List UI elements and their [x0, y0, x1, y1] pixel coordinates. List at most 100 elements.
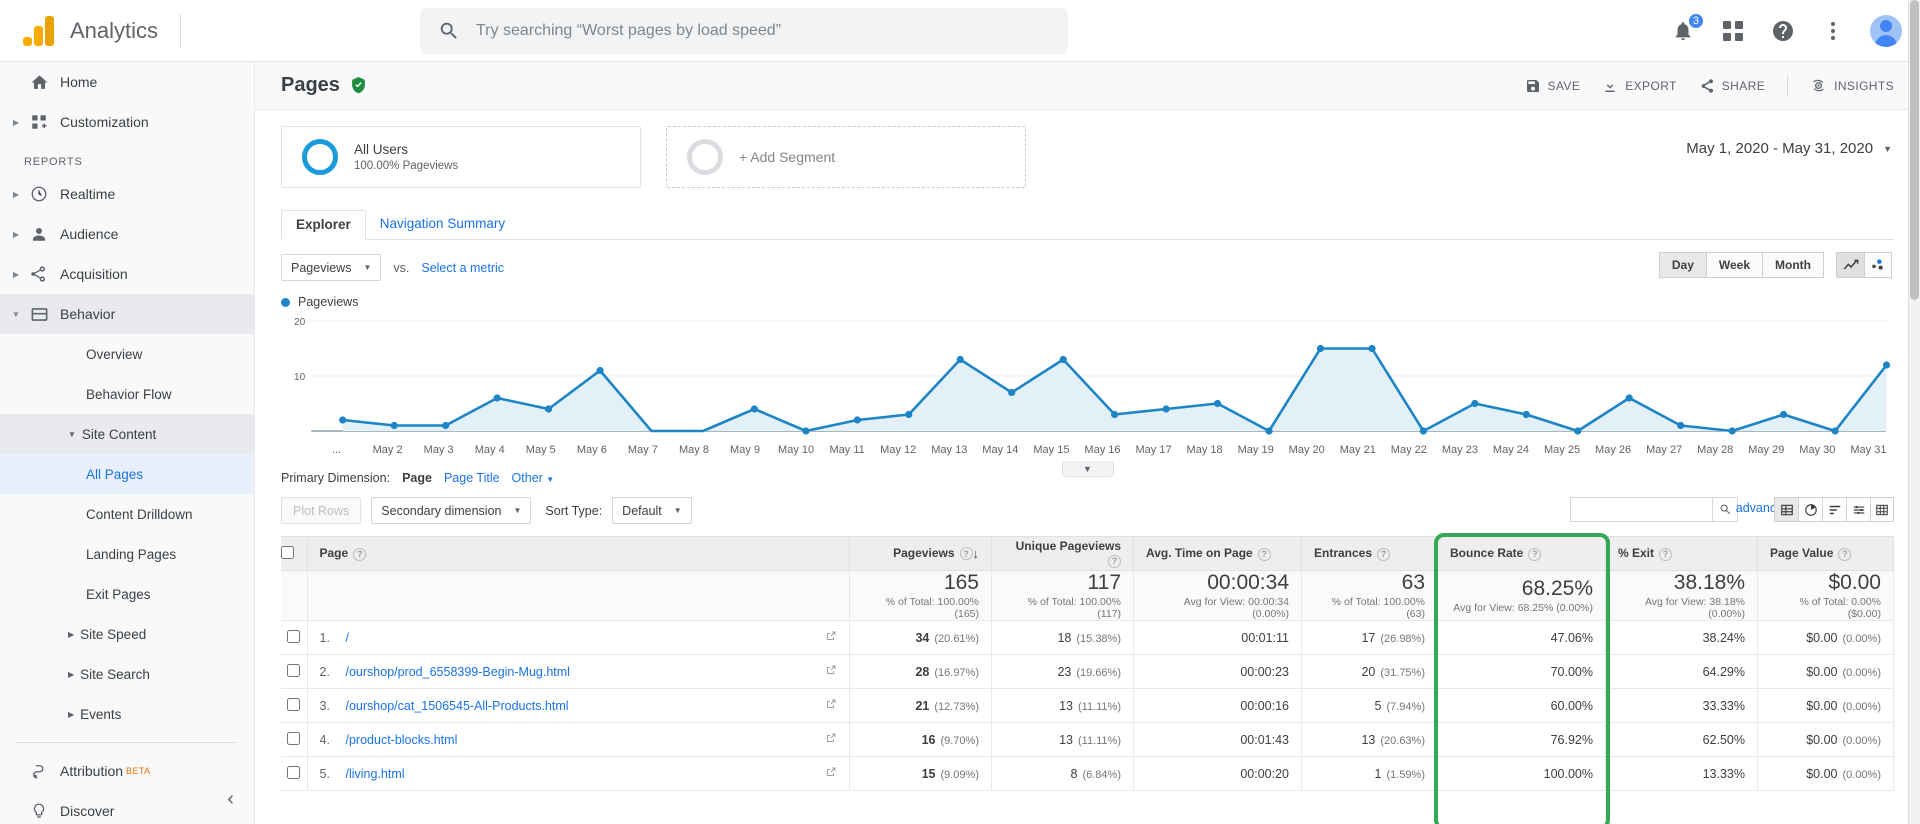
col-unique-pageviews[interactable]: Unique Pageviews? — [991, 536, 1134, 571]
table-row[interactable]: 5./living.html 15 (9.09%) 8 (6.84%) 00:00:20 1… — [281, 756, 1894, 791]
col-pageviews[interactable]: Pageviews? ↓ — [849, 536, 992, 571]
help-icon[interactable]: ? — [1838, 547, 1852, 561]
insights-button[interactable]: INSIGHTS — [1810, 77, 1894, 94]
granularity-toggle: Day Week Month — [1658, 252, 1824, 278]
sort-type-select[interactable]: Default ▼ — [612, 497, 692, 524]
row-checkbox[interactable] — [287, 731, 301, 745]
scrollbar-thumb[interactable] — [1910, 0, 1919, 300]
table-row[interactable]: 2. /ourshop/prod_6558399-Begin-Mug.html 28… — [281, 654, 1894, 689]
col-avg-time-on-page[interactable]: Avg. Time on Page? — [1133, 536, 1302, 571]
secondary-dimension-select[interactable]: Secondary dimension ▼ — [371, 497, 532, 524]
table-search-button[interactable] — [1712, 497, 1738, 522]
primary-dimension-current[interactable]: Page — [402, 471, 432, 485]
help-icon[interactable]: ? — [1377, 547, 1391, 561]
page-scrollbar[interactable] — [1908, 0, 1920, 824]
apps-grid-icon[interactable] — [1720, 18, 1746, 44]
comparison-view-icon[interactable] — [1846, 497, 1870, 522]
share-label: SHARE — [1721, 78, 1766, 93]
cell-pageviews: 16 (9.70%) — [849, 722, 992, 757]
table-row[interactable]: 1. / 34 (20.61%) 18 (15.38%) 00:01:11 17 (26.98%… — [281, 620, 1894, 655]
cell-avg-time: 00:01:11 — [1133, 620, 1302, 655]
row-checkbox[interactable] — [287, 765, 301, 779]
pie-view-icon[interactable] — [1798, 497, 1822, 522]
help-icon[interactable]: ? — [1257, 547, 1271, 561]
help-icon[interactable]: ? — [1108, 554, 1121, 568]
sidebar-item-realtime[interactable]: ▶ Realtime — [0, 174, 254, 214]
more-vert-icon[interactable] — [1820, 18, 1846, 44]
row-checkbox[interactable] — [287, 663, 301, 677]
plot-rows-button[interactable]: Plot Rows — [281, 497, 362, 524]
save-button[interactable]: SAVE — [1525, 78, 1581, 94]
sidebar-item-content-drilldown[interactable]: Content Drilldown — [0, 494, 254, 534]
row-checkbox[interactable] — [287, 697, 301, 711]
line-chart-icon[interactable] — [1836, 252, 1864, 278]
sidebar-item-acquisition[interactable]: ▶ Acquisition — [0, 254, 254, 294]
col-exit-pct[interactable]: % Exit? — [1605, 536, 1758, 571]
add-segment-button[interactable]: + Add Segment — [666, 126, 1026, 188]
performance-view-icon[interactable] — [1822, 497, 1846, 522]
sidebar-item-site-search[interactable]: ▶ Site Search — [0, 654, 254, 694]
sidebar-item-site-speed[interactable]: ▶ Site Speed — [0, 614, 254, 654]
row-checkbox[interactable] — [287, 629, 301, 643]
help-icon[interactable]: ? — [1528, 547, 1542, 561]
metric-select[interactable]: Pageviews ▼ — [281, 254, 382, 281]
table-row[interactable]: 4. /product-blocks.html 16 (9.70%) 13 (11.11%… — [281, 722, 1894, 757]
col-page[interactable]: Page? — [307, 536, 850, 571]
export-button[interactable]: EXPORT — [1602, 78, 1677, 94]
table-search-input[interactable] — [1570, 497, 1712, 522]
tab-explorer[interactable]: Explorer — [281, 210, 366, 240]
sidebar-item-behavior[interactable]: ▼ Behavior — [0, 294, 254, 334]
help-icon[interactable] — [1770, 18, 1796, 44]
granularity-week[interactable]: Week — [1705, 252, 1763, 278]
col-entrances[interactable]: Entrances? — [1301, 536, 1438, 571]
person-icon — [24, 225, 54, 243]
granularity-day[interactable]: Day — [1658, 252, 1706, 278]
page-link[interactable]: /product-blocks.html — [346, 733, 458, 747]
select-all-checkbox[interactable] — [281, 545, 294, 559]
sidebar-item-customization[interactable]: ▶ Customization — [0, 102, 254, 142]
page-link[interactable]: /living.html — [346, 767, 405, 781]
open-in-new-icon[interactable] — [825, 630, 837, 645]
analytics-logo[interactable]: Analytics — [0, 15, 158, 46]
table-row[interactable]: 3. /ourshop/cat_1506545-All-Products.html… — [281, 688, 1894, 723]
help-icon[interactable]: ? — [353, 547, 367, 561]
col-page-value[interactable]: Page Value? — [1757, 536, 1894, 571]
granularity-month[interactable]: Month — [1762, 252, 1824, 278]
open-in-new-icon[interactable] — [825, 664, 837, 679]
help-icon[interactable]: ? — [1659, 547, 1673, 561]
open-in-new-icon[interactable] — [825, 766, 837, 781]
dimension-page-title-link[interactable]: Page Title — [444, 471, 500, 485]
avatar[interactable] — [1870, 15, 1902, 47]
page-link[interactable]: /ourshop/cat_1506545-All-Products.html — [346, 699, 569, 713]
motion-chart-icon[interactable] — [1864, 252, 1892, 278]
chart-x-axis: ... May 2 May 3 May 4 May 5 May 6 May 7 May 8 Ma… — [311, 444, 1894, 456]
pivot-view-icon[interactable] — [1870, 497, 1894, 522]
sidebar-item-site-content[interactable]: ▼ Site Content — [0, 414, 254, 454]
tab-navigation-summary[interactable]: Navigation Summary — [366, 216, 519, 239]
chart-collapse-button[interactable]: ▼ — [1061, 461, 1114, 477]
share-button[interactable]: SHARE — [1699, 78, 1765, 94]
metric-select-value: Pageviews — [291, 260, 352, 275]
col-label: Page Value — [1770, 546, 1834, 561]
dimension-other-link[interactable]: Other ▼ — [512, 471, 555, 485]
open-in-new-icon[interactable] — [825, 698, 837, 713]
table-view-icon[interactable] — [1774, 497, 1798, 522]
search-input[interactable]: Try searching “Worst pages by load speed… — [420, 8, 1068, 54]
sidebar-collapse-button[interactable] — [215, 784, 245, 814]
open-in-new-icon[interactable] — [825, 732, 837, 747]
bell-icon[interactable]: 3 — [1670, 12, 1705, 44]
col-bounce-rate[interactable]: Bounce Rate? — [1437, 536, 1606, 571]
page-link[interactable]: / — [346, 631, 349, 645]
sidebar-item-audience[interactable]: ▶ Audience — [0, 214, 254, 254]
help-icon[interactable]: ? — [959, 547, 973, 561]
sidebar-item-overview[interactable]: Overview — [0, 334, 254, 374]
sidebar-item-all-pages[interactable]: All Pages — [0, 454, 254, 494]
sidebar-item-exit-pages[interactable]: Exit Pages — [0, 574, 254, 614]
sidebar-item-events[interactable]: ▶ Events — [0, 694, 254, 734]
sidebar-item-landing-pages[interactable]: Landing Pages — [0, 534, 254, 574]
page-link[interactable]: /ourshop/prod_6558399-Begin-Mug.html — [346, 665, 570, 679]
sidebar-item-behavior-flow[interactable]: Behavior Flow — [0, 374, 254, 414]
sidebar-item-home[interactable]: Home — [0, 62, 254, 102]
segment-all-users[interactable]: All Users 100.00% Pageviews — [281, 126, 641, 188]
date-range-picker[interactable]: May 1, 2020 - May 31, 2020 ▼ — [1686, 140, 1892, 157]
